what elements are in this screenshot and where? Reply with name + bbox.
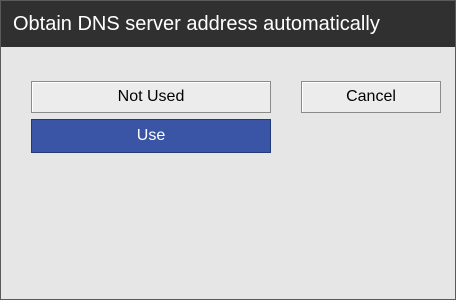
use-option-button[interactable]: Use [31, 119, 271, 153]
dialog-content: Not Used Use Cancel [1, 47, 455, 299]
not-used-option-button[interactable]: Not Used [31, 81, 271, 113]
dialog-window: Obtain DNS server address automatically … [0, 0, 456, 300]
cancel-button[interactable]: Cancel [301, 81, 441, 113]
dialog-title: Obtain DNS server address automatically [1, 1, 455, 47]
